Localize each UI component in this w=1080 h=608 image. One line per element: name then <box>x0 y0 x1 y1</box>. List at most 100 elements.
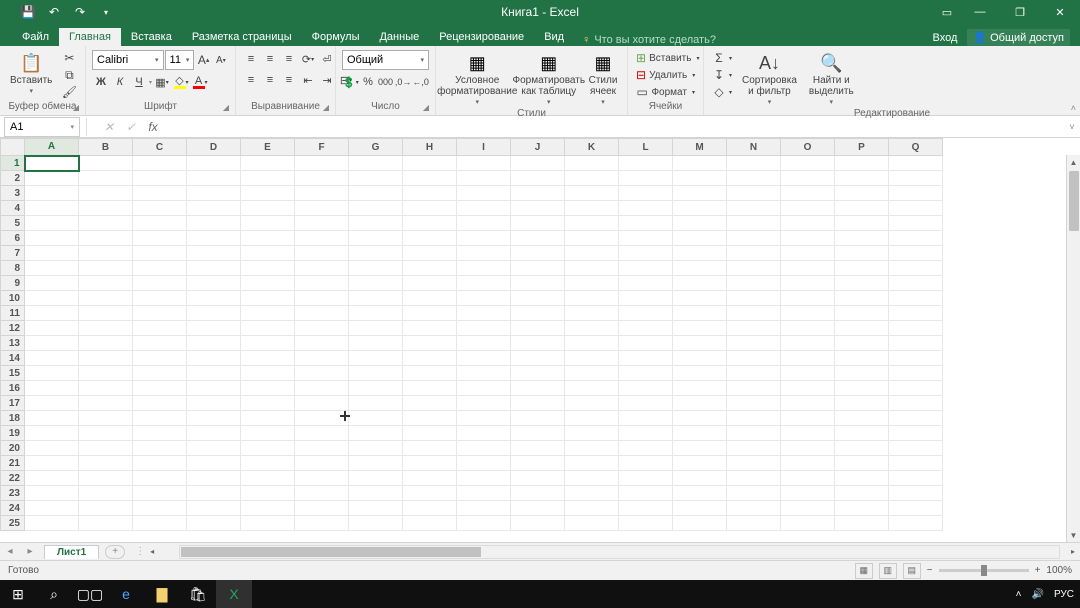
cell[interactable] <box>133 486 187 501</box>
cell[interactable] <box>835 501 889 516</box>
scroll-down-icon[interactable]: ▼ <box>1067 528 1080 542</box>
share-button[interactable]: 👤 Общий доступ <box>967 29 1070 46</box>
store-icon[interactable]: 🛍 <box>180 580 216 608</box>
cell[interactable] <box>403 411 457 426</box>
language-indicator[interactable]: РУС <box>1054 589 1074 600</box>
cell[interactable] <box>619 186 673 201</box>
cell[interactable] <box>349 261 403 276</box>
cell[interactable] <box>835 261 889 276</box>
cell[interactable] <box>835 411 889 426</box>
cell[interactable] <box>511 201 565 216</box>
cell[interactable] <box>349 411 403 426</box>
cell[interactable] <box>565 351 619 366</box>
cell[interactable] <box>781 366 835 381</box>
cell[interactable] <box>241 381 295 396</box>
cell[interactable] <box>295 186 349 201</box>
cell[interactable] <box>241 426 295 441</box>
cell[interactable] <box>241 501 295 516</box>
cell[interactable] <box>511 396 565 411</box>
cell[interactable] <box>727 171 781 186</box>
normal-view-icon[interactable]: ▦ <box>855 563 873 579</box>
cell[interactable] <box>835 246 889 261</box>
cell[interactable] <box>619 171 673 186</box>
cell[interactable] <box>673 291 727 306</box>
cell[interactable] <box>295 321 349 336</box>
cell[interactable] <box>511 441 565 456</box>
cell[interactable] <box>133 426 187 441</box>
cell[interactable] <box>349 321 403 336</box>
cell[interactable] <box>673 306 727 321</box>
cell[interactable] <box>673 426 727 441</box>
cell[interactable] <box>781 381 835 396</box>
cell[interactable] <box>79 231 133 246</box>
cell[interactable] <box>403 486 457 501</box>
cell[interactable] <box>295 291 349 306</box>
page-layout-view-icon[interactable]: ▥ <box>879 563 897 579</box>
cell[interactable] <box>79 441 133 456</box>
cell[interactable] <box>673 171 727 186</box>
cell[interactable] <box>133 171 187 186</box>
row-header[interactable]: 3 <box>1 186 25 201</box>
cell[interactable] <box>79 336 133 351</box>
cell[interactable] <box>349 336 403 351</box>
cell[interactable] <box>133 441 187 456</box>
cell[interactable] <box>565 246 619 261</box>
column-header[interactable]: L <box>619 139 673 156</box>
column-header[interactable]: Q <box>889 139 943 156</box>
column-header[interactable]: O <box>781 139 835 156</box>
copy-button[interactable]: ⧉ <box>60 67 78 83</box>
zoom-in-icon[interactable]: + <box>1035 565 1041 576</box>
align-right-icon[interactable]: ≡ <box>280 71 298 89</box>
cell[interactable] <box>25 486 79 501</box>
task-view-icon[interactable]: ▢▢ <box>72 580 108 608</box>
cell[interactable] <box>349 471 403 486</box>
cell[interactable] <box>511 486 565 501</box>
delete-cells-button[interactable]: ⊟Удалить▾ <box>634 67 697 83</box>
align-center-icon[interactable]: ≡ <box>261 71 279 89</box>
start-button[interactable]: ⊞ <box>0 580 36 608</box>
cell[interactable] <box>187 336 241 351</box>
edge-icon[interactable]: e <box>108 580 144 608</box>
cell[interactable] <box>619 501 673 516</box>
cell[interactable] <box>25 171 79 186</box>
cell[interactable] <box>673 471 727 486</box>
clear-button[interactable]: ◇▾ <box>710 84 734 100</box>
cell[interactable] <box>25 156 79 171</box>
decrease-indent-icon[interactable]: ⇤ <box>299 71 317 89</box>
cell[interactable] <box>565 366 619 381</box>
cell[interactable] <box>511 321 565 336</box>
cell[interactable] <box>835 441 889 456</box>
select-all-corner[interactable] <box>1 139 25 156</box>
cell[interactable] <box>295 456 349 471</box>
cell[interactable] <box>781 261 835 276</box>
cell[interactable] <box>79 516 133 531</box>
cell[interactable] <box>241 486 295 501</box>
dialog-launcher-icon[interactable]: ◢ <box>221 103 231 113</box>
cell[interactable] <box>565 231 619 246</box>
cell[interactable] <box>349 441 403 456</box>
cell[interactable] <box>673 216 727 231</box>
cell[interactable] <box>889 246 943 261</box>
cell[interactable] <box>727 321 781 336</box>
cell[interactable] <box>619 291 673 306</box>
cell[interactable] <box>619 516 673 531</box>
cell[interactable] <box>889 276 943 291</box>
cell[interactable] <box>511 366 565 381</box>
cell[interactable] <box>457 201 511 216</box>
align-bottom-icon[interactable]: ≡ <box>280 50 298 68</box>
cell[interactable] <box>295 441 349 456</box>
cell[interactable] <box>673 261 727 276</box>
cell[interactable] <box>349 216 403 231</box>
cell[interactable] <box>889 171 943 186</box>
enter-formula-icon[interactable]: ✓ <box>123 119 139 135</box>
cell[interactable] <box>295 351 349 366</box>
cell[interactable] <box>133 321 187 336</box>
horizontal-scrollbar[interactable] <box>179 545 1060 559</box>
conditional-formatting-button[interactable]: ▦Условное форматирование▾ <box>442 50 513 108</box>
cell[interactable] <box>457 306 511 321</box>
cell[interactable] <box>835 216 889 231</box>
cell[interactable] <box>79 186 133 201</box>
hscroll-right-icon[interactable]: ▸ <box>1066 547 1080 556</box>
cell[interactable] <box>403 381 457 396</box>
cell[interactable] <box>511 516 565 531</box>
